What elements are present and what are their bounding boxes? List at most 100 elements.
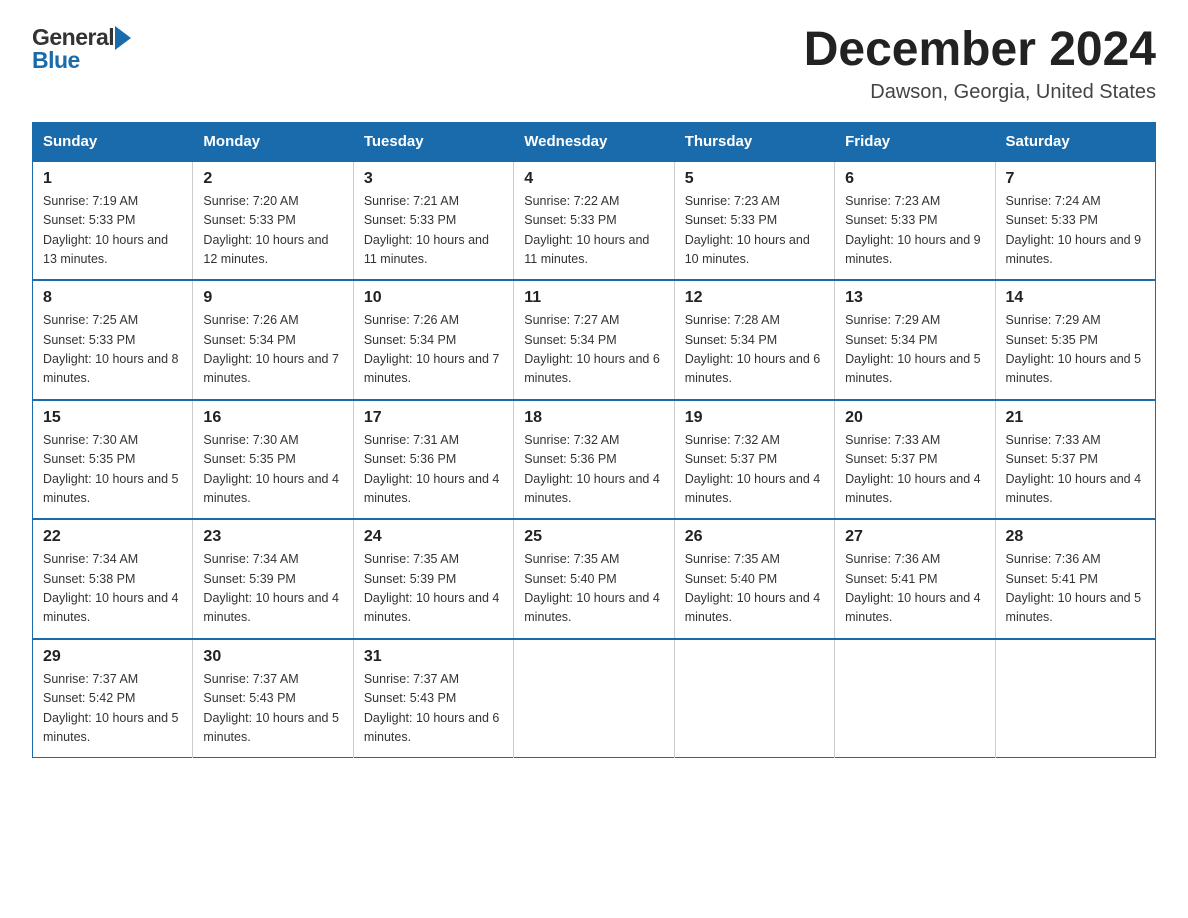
calendar-day-cell: 19 Sunrise: 7:32 AMSunset: 5:37 PMDaylig… [674,400,834,520]
day-detail: Sunrise: 7:36 AMSunset: 5:41 PMDaylight:… [845,552,981,624]
calendar-day-cell: 16 Sunrise: 7:30 AMSunset: 5:35 PMDaylig… [193,400,353,520]
calendar-day-cell: 1 Sunrise: 7:19 AMSunset: 5:33 PMDayligh… [33,161,193,281]
day-detail: Sunrise: 7:19 AMSunset: 5:33 PMDaylight:… [43,194,168,266]
calendar-day-cell: 13 Sunrise: 7:29 AMSunset: 5:34 PMDaylig… [835,280,995,400]
day-detail: Sunrise: 7:23 AMSunset: 5:33 PMDaylight:… [685,194,810,266]
calendar-week-row: 15 Sunrise: 7:30 AMSunset: 5:35 PMDaylig… [33,400,1156,520]
calendar-day-cell: 31 Sunrise: 7:37 AMSunset: 5:43 PMDaylig… [353,639,513,758]
day-detail: Sunrise: 7:37 AMSunset: 5:43 PMDaylight:… [203,672,339,744]
calendar-day-cell: 3 Sunrise: 7:21 AMSunset: 5:33 PMDayligh… [353,161,513,281]
day-detail: Sunrise: 7:30 AMSunset: 5:35 PMDaylight:… [203,433,339,505]
day-detail: Sunrise: 7:33 AMSunset: 5:37 PMDaylight:… [845,433,981,505]
day-number: 10 [364,289,503,307]
calendar-week-row: 29 Sunrise: 7:37 AMSunset: 5:42 PMDaylig… [33,639,1156,758]
title-block: December 2024 Dawson, Georgia, United St… [804,24,1156,104]
calendar-day-cell: 29 Sunrise: 7:37 AMSunset: 5:42 PMDaylig… [33,639,193,758]
day-detail: Sunrise: 7:23 AMSunset: 5:33 PMDaylight:… [845,194,981,266]
calendar-week-row: 22 Sunrise: 7:34 AMSunset: 5:38 PMDaylig… [33,519,1156,639]
day-detail: Sunrise: 7:35 AMSunset: 5:40 PMDaylight:… [524,552,660,624]
day-detail: Sunrise: 7:31 AMSunset: 5:36 PMDaylight:… [364,433,500,505]
calendar-day-cell: 27 Sunrise: 7:36 AMSunset: 5:41 PMDaylig… [835,519,995,639]
calendar-table: SundayMondayTuesdayWednesdayThursdayFrid… [32,122,1156,759]
day-detail: Sunrise: 7:24 AMSunset: 5:33 PMDaylight:… [1006,194,1142,266]
calendar-day-cell: 14 Sunrise: 7:29 AMSunset: 5:35 PMDaylig… [995,280,1155,400]
day-number: 26 [685,528,824,546]
day-number: 6 [845,170,984,188]
calendar-day-cell: 7 Sunrise: 7:24 AMSunset: 5:33 PMDayligh… [995,161,1155,281]
day-detail: Sunrise: 7:36 AMSunset: 5:41 PMDaylight:… [1006,552,1142,624]
day-number: 18 [524,409,663,427]
calendar-day-cell: 23 Sunrise: 7:34 AMSunset: 5:39 PMDaylig… [193,519,353,639]
day-detail: Sunrise: 7:26 AMSunset: 5:34 PMDaylight:… [364,313,500,385]
day-of-week-header: Sunday [33,122,193,161]
day-number: 1 [43,170,182,188]
calendar-day-cell: 28 Sunrise: 7:36 AMSunset: 5:41 PMDaylig… [995,519,1155,639]
day-detail: Sunrise: 7:32 AMSunset: 5:37 PMDaylight:… [685,433,821,505]
calendar-day-cell: 26 Sunrise: 7:35 AMSunset: 5:40 PMDaylig… [674,519,834,639]
day-number: 13 [845,289,984,307]
day-detail: Sunrise: 7:25 AMSunset: 5:33 PMDaylight:… [43,313,179,385]
day-detail: Sunrise: 7:28 AMSunset: 5:34 PMDaylight:… [685,313,821,385]
day-of-week-header: Friday [835,122,995,161]
calendar-day-cell: 17 Sunrise: 7:31 AMSunset: 5:36 PMDaylig… [353,400,513,520]
day-number: 5 [685,170,824,188]
day-number: 15 [43,409,182,427]
calendar-day-cell [995,639,1155,758]
calendar-day-cell [835,639,995,758]
day-of-week-header: Wednesday [514,122,674,161]
calendar-day-cell: 25 Sunrise: 7:35 AMSunset: 5:40 PMDaylig… [514,519,674,639]
logo-arrow-icon [115,26,131,50]
calendar-day-cell: 4 Sunrise: 7:22 AMSunset: 5:33 PMDayligh… [514,161,674,281]
calendar-week-row: 8 Sunrise: 7:25 AMSunset: 5:33 PMDayligh… [33,280,1156,400]
calendar-day-cell: 15 Sunrise: 7:30 AMSunset: 5:35 PMDaylig… [33,400,193,520]
calendar-week-row: 1 Sunrise: 7:19 AMSunset: 5:33 PMDayligh… [33,161,1156,281]
day-number: 22 [43,528,182,546]
day-number: 19 [685,409,824,427]
calendar-header-row: SundayMondayTuesdayWednesdayThursdayFrid… [33,122,1156,161]
day-number: 29 [43,648,182,666]
day-of-week-header: Saturday [995,122,1155,161]
logo-blue-text: Blue [32,47,80,74]
day-number: 2 [203,170,342,188]
calendar-day-cell [514,639,674,758]
day-detail: Sunrise: 7:29 AMSunset: 5:35 PMDaylight:… [1006,313,1142,385]
day-detail: Sunrise: 7:22 AMSunset: 5:33 PMDaylight:… [524,194,649,266]
logo: General Blue [32,24,131,74]
day-detail: Sunrise: 7:30 AMSunset: 5:35 PMDaylight:… [43,433,179,505]
calendar-day-cell: 12 Sunrise: 7:28 AMSunset: 5:34 PMDaylig… [674,280,834,400]
page-header: General Blue December 2024 Dawson, Georg… [32,24,1156,104]
day-of-week-header: Monday [193,122,353,161]
day-number: 30 [203,648,342,666]
day-number: 4 [524,170,663,188]
calendar-day-cell: 9 Sunrise: 7:26 AMSunset: 5:34 PMDayligh… [193,280,353,400]
day-detail: Sunrise: 7:20 AMSunset: 5:33 PMDaylight:… [203,194,328,266]
day-of-week-header: Tuesday [353,122,513,161]
calendar-day-cell: 8 Sunrise: 7:25 AMSunset: 5:33 PMDayligh… [33,280,193,400]
day-detail: Sunrise: 7:33 AMSunset: 5:37 PMDaylight:… [1006,433,1142,505]
calendar-day-cell: 30 Sunrise: 7:37 AMSunset: 5:43 PMDaylig… [193,639,353,758]
day-detail: Sunrise: 7:26 AMSunset: 5:34 PMDaylight:… [203,313,339,385]
day-number: 25 [524,528,663,546]
day-detail: Sunrise: 7:35 AMSunset: 5:39 PMDaylight:… [364,552,500,624]
day-detail: Sunrise: 7:27 AMSunset: 5:34 PMDaylight:… [524,313,660,385]
day-detail: Sunrise: 7:37 AMSunset: 5:43 PMDaylight:… [364,672,500,744]
day-number: 14 [1006,289,1145,307]
day-detail: Sunrise: 7:32 AMSunset: 5:36 PMDaylight:… [524,433,660,505]
day-number: 3 [364,170,503,188]
calendar-day-cell: 22 Sunrise: 7:34 AMSunset: 5:38 PMDaylig… [33,519,193,639]
day-number: 16 [203,409,342,427]
calendar-day-cell: 24 Sunrise: 7:35 AMSunset: 5:39 PMDaylig… [353,519,513,639]
calendar-day-cell: 21 Sunrise: 7:33 AMSunset: 5:37 PMDaylig… [995,400,1155,520]
day-detail: Sunrise: 7:37 AMSunset: 5:42 PMDaylight:… [43,672,179,744]
day-number: 20 [845,409,984,427]
calendar-day-cell: 11 Sunrise: 7:27 AMSunset: 5:34 PMDaylig… [514,280,674,400]
day-number: 23 [203,528,342,546]
calendar-day-cell [674,639,834,758]
day-number: 17 [364,409,503,427]
calendar-day-cell: 18 Sunrise: 7:32 AMSunset: 5:36 PMDaylig… [514,400,674,520]
day-number: 12 [685,289,824,307]
calendar-day-cell: 20 Sunrise: 7:33 AMSunset: 5:37 PMDaylig… [835,400,995,520]
day-detail: Sunrise: 7:34 AMSunset: 5:38 PMDaylight:… [43,552,179,624]
calendar-day-cell: 10 Sunrise: 7:26 AMSunset: 5:34 PMDaylig… [353,280,513,400]
day-number: 28 [1006,528,1145,546]
